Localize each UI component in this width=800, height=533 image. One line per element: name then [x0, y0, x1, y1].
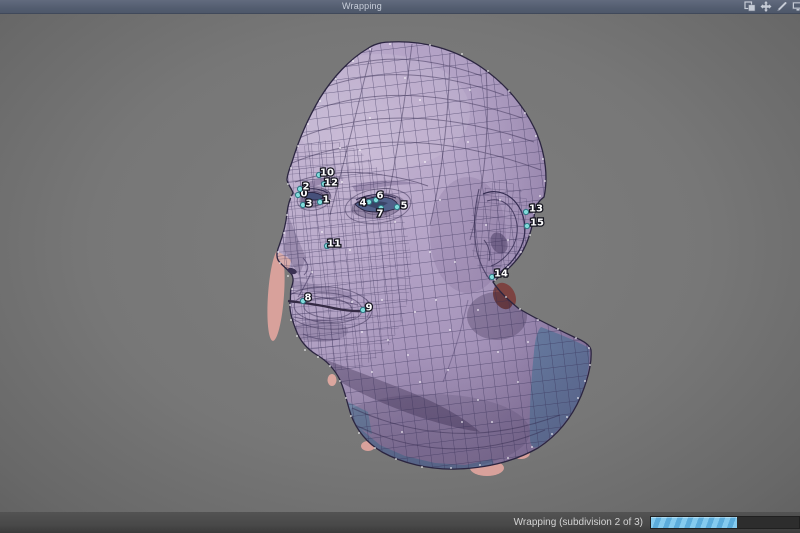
head-mesh: [245, 25, 610, 485]
landmark-label-3: 3: [306, 199, 313, 210]
windows-icon[interactable]: [744, 1, 756, 12]
landmark-label-15: 15: [530, 218, 544, 229]
landmark-label-1: 1: [323, 195, 330, 206]
status-text: Wrapping (subdivision 2 of 3): [514, 517, 643, 528]
pan-icon[interactable]: [760, 1, 772, 12]
landmark-label-4: 4: [360, 198, 367, 209]
landmark-label-13: 13: [529, 204, 543, 215]
landmark-label-7: 7: [377, 209, 384, 220]
landmark-label-14: 14: [494, 269, 508, 280]
titlebar: Wrapping: [0, 0, 800, 14]
landmark-label-5: 5: [401, 201, 408, 212]
landmark-11[interactable]: 11: [324, 239, 341, 250]
landmark-12[interactable]: 12: [321, 178, 338, 189]
pen-icon[interactable]: [776, 1, 788, 12]
progress-bar: [650, 516, 800, 529]
landmark-label-6: 6: [377, 191, 384, 202]
progress-fill: [651, 517, 737, 528]
landmark-label-8: 8: [305, 293, 312, 304]
monitor-icon[interactable]: [792, 1, 800, 12]
viewport-3d[interactable]: 0123456789101112131415: [0, 14, 800, 512]
landmark-label-9: 9: [366, 303, 373, 314]
landmark-label-2: 2: [303, 182, 310, 193]
titlebar-icons: [744, 1, 800, 12]
window-title: Wrapping: [342, 1, 382, 11]
statusbar: Wrapping (subdivision 2 of 3): [0, 512, 800, 533]
landmark-label-11: 11: [327, 239, 341, 250]
head-mesh-canvas: 0123456789101112131415: [0, 14, 800, 512]
landmark-label-12: 12: [324, 178, 338, 189]
